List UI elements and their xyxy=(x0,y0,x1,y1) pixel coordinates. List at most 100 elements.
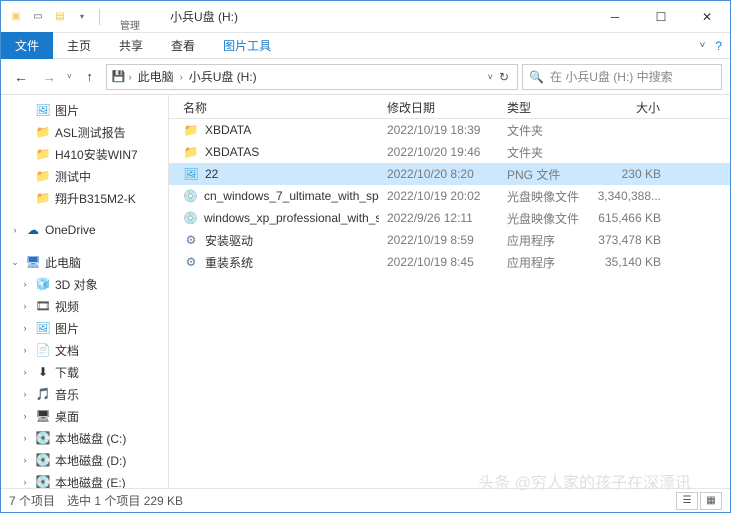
column-size[interactable]: 大小 xyxy=(589,95,679,118)
file-type: PNG 文件 xyxy=(499,166,589,183)
file-type: 应用程序 xyxy=(499,232,589,249)
home-tab[interactable]: 主页 xyxy=(53,32,105,59)
file-tab[interactable]: 文件 xyxy=(1,32,53,59)
file-rows[interactable]: 📁XBDATA2022/10/19 18:39文件夹📁XBDATAS2022/1… xyxy=(169,119,730,488)
folder-icon: 📁 xyxy=(35,168,51,184)
tree-3d[interactable]: ›🧊3D 对象 xyxy=(1,273,168,295)
file-name: 安装驱动 xyxy=(205,232,253,249)
history-dropdown-icon[interactable]: ˅ xyxy=(65,72,74,81)
pictures-icon: 🖼 xyxy=(35,320,51,336)
navigation-pane[interactable]: 🖼图片 📁ASL测试报告 📁H410安装WIN7 📁测试中 📁翔升B315M2-… xyxy=(1,95,169,488)
chevron-right-icon[interactable]: › xyxy=(178,72,185,82)
breadcrumb-current[interactable]: 小兵U盘 (H:) xyxy=(185,68,261,85)
tree-disk-d[interactable]: ›💽本地磁盘 (D:) xyxy=(1,449,168,471)
file-date: 2022/10/19 18:39 xyxy=(379,123,499,137)
address-box[interactable]: 💾 › 此电脑 › 小兵U盘 (H:) ˅ ↻ xyxy=(106,64,518,90)
file-row[interactable]: 🖼222022/10/20 8:20PNG 文件230 KB xyxy=(169,163,730,185)
file-name: XBDATA xyxy=(205,123,251,137)
tree-item[interactable]: 📁ASL测试报告 xyxy=(1,121,168,143)
tree-music[interactable]: ›🎵音乐 xyxy=(1,383,168,405)
folder-icon: ▣ xyxy=(7,8,25,26)
item-count: 7 个项目 xyxy=(9,492,55,509)
folder-icon: 📁 xyxy=(35,190,51,206)
thumbnails-view-button[interactable]: ▦ xyxy=(700,492,722,510)
forward-button[interactable]: → xyxy=(37,65,61,89)
file-row[interactable]: 💿cn_windows_7_ultimate_with_sp1_x64_...2… xyxy=(169,185,730,207)
address-dropdown-icon[interactable]: ˅ xyxy=(488,72,493,82)
file-type: 文件夹 xyxy=(499,122,589,139)
file-size: 230 KB xyxy=(589,167,679,181)
minimize-button[interactable]: ─ xyxy=(592,1,638,32)
address-bar: ← → ˅ ↑ 💾 › 此电脑 › 小兵U盘 (H:) ˅ ↻ 🔍 在 小兵U盘… xyxy=(1,59,730,95)
document-icon: 📄 xyxy=(35,342,51,358)
tree-pictures[interactable]: ›🖼图片 xyxy=(1,317,168,339)
drive-icon: 💽 xyxy=(35,430,51,446)
maximize-button[interactable]: ☐ xyxy=(638,1,684,32)
contextual-group-label: 管理 xyxy=(110,17,150,32)
file-type: 光盘映像文件 xyxy=(499,188,589,205)
tree-thispc[interactable]: ⌄🖥此电脑 xyxy=(1,251,168,273)
window-title: 小兵U盘 (H:) xyxy=(170,8,238,25)
download-icon: ⬇ xyxy=(35,364,51,380)
up-button[interactable]: ↑ xyxy=(78,65,102,89)
tree-video[interactable]: ›🎞视频 xyxy=(1,295,168,317)
file-date: 2022/10/20 8:20 xyxy=(379,167,499,181)
tree-documents[interactable]: ›📄文档 xyxy=(1,339,168,361)
open-icon[interactable]: ▤ xyxy=(51,8,69,26)
file-date: 2022/10/19 8:45 xyxy=(379,255,499,269)
column-type[interactable]: 类型 xyxy=(499,95,589,118)
pictures-icon: 🖼 xyxy=(35,102,51,118)
back-button[interactable]: ← xyxy=(9,65,33,89)
close-button[interactable]: ✕ xyxy=(684,1,730,32)
refresh-icon[interactable]: ↻ xyxy=(499,70,509,84)
help-icon[interactable]: ? xyxy=(715,39,722,53)
iso-icon: 💿 xyxy=(183,210,198,226)
file-name: 重装系统 xyxy=(205,254,253,271)
file-name: 22 xyxy=(205,167,218,181)
file-size: 3,340,388... xyxy=(589,189,679,203)
desktop-icon: 🖥 xyxy=(35,408,51,424)
column-name[interactable]: 名称 xyxy=(169,95,379,118)
video-icon: 🎞 xyxy=(35,298,51,314)
tree-downloads[interactable]: ›⬇下载 xyxy=(1,361,168,383)
file-row[interactable]: 💿windows_xp_professional_with_servic...2… xyxy=(169,207,730,229)
file-type: 应用程序 xyxy=(499,254,589,271)
iso-icon: 💿 xyxy=(183,188,198,204)
tree-onedrive[interactable]: ›☁OneDrive xyxy=(1,219,168,241)
search-input[interactable]: 🔍 在 小兵U盘 (H:) 中搜索 xyxy=(522,64,722,90)
view-tab[interactable]: 查看 xyxy=(157,32,209,59)
tree-pictures[interactable]: 🖼图片 xyxy=(1,99,168,121)
status-bar: 7 个项目 选中 1 个项目 229 KB ☰ ▦ xyxy=(1,488,730,512)
minimize-ribbon-icon[interactable]: ˅ xyxy=(699,40,705,51)
chevron-right-icon[interactable]: › xyxy=(127,72,134,82)
tree-desktop[interactable]: ›🖥桌面 xyxy=(1,405,168,427)
tree-disk-c[interactable]: ›💽本地磁盘 (C:) xyxy=(1,427,168,449)
qat-overflow-icon[interactable]: ▾ xyxy=(73,8,91,26)
tree-item[interactable]: 📁翔升B315M2-K xyxy=(1,187,168,209)
window-controls: ─ ☐ ✕ xyxy=(592,1,730,32)
file-type: 文件夹 xyxy=(499,144,589,161)
folder-icon: 📁 xyxy=(183,144,199,160)
column-date[interactable]: 修改日期 xyxy=(379,95,499,118)
tree-item[interactable]: 📁H410安装WIN7 xyxy=(1,143,168,165)
tree-item[interactable]: 📁测试中 xyxy=(1,165,168,187)
file-row[interactable]: ⚙重装系统2022/10/19 8:45应用程序35,140 KB xyxy=(169,251,730,273)
file-date: 2022/10/19 20:02 xyxy=(379,189,499,203)
exe-icon: ⚙ xyxy=(183,232,199,248)
file-row[interactable]: 📁XBDATAS2022/10/20 19:46文件夹 xyxy=(169,141,730,163)
drive-icon: 💽 xyxy=(35,474,51,488)
file-row[interactable]: 📁XBDATA2022/10/19 18:39文件夹 xyxy=(169,119,730,141)
drive-icon: 💽 xyxy=(35,452,51,468)
details-view-button[interactable]: ☰ xyxy=(676,492,698,510)
cloud-icon: ☁ xyxy=(25,222,41,238)
tree-disk-e[interactable]: ›💽本地磁盘 (E:) xyxy=(1,471,168,488)
file-date: 2022/10/20 19:46 xyxy=(379,145,499,159)
body: 🖼图片 📁ASL测试报告 📁H410安装WIN7 📁测试中 📁翔升B315M2-… xyxy=(1,95,730,488)
search-icon: 🔍 xyxy=(529,70,544,84)
properties-icon[interactable]: ▭ xyxy=(29,8,47,26)
picture-tools-tab[interactable]: 图片工具 xyxy=(209,32,285,59)
file-date: 2022/9/26 12:11 xyxy=(379,211,499,225)
breadcrumb-root[interactable]: 此电脑 xyxy=(134,68,178,85)
file-row[interactable]: ⚙安装驱动2022/10/19 8:59应用程序373,478 KB xyxy=(169,229,730,251)
share-tab[interactable]: 共享 xyxy=(105,32,157,59)
